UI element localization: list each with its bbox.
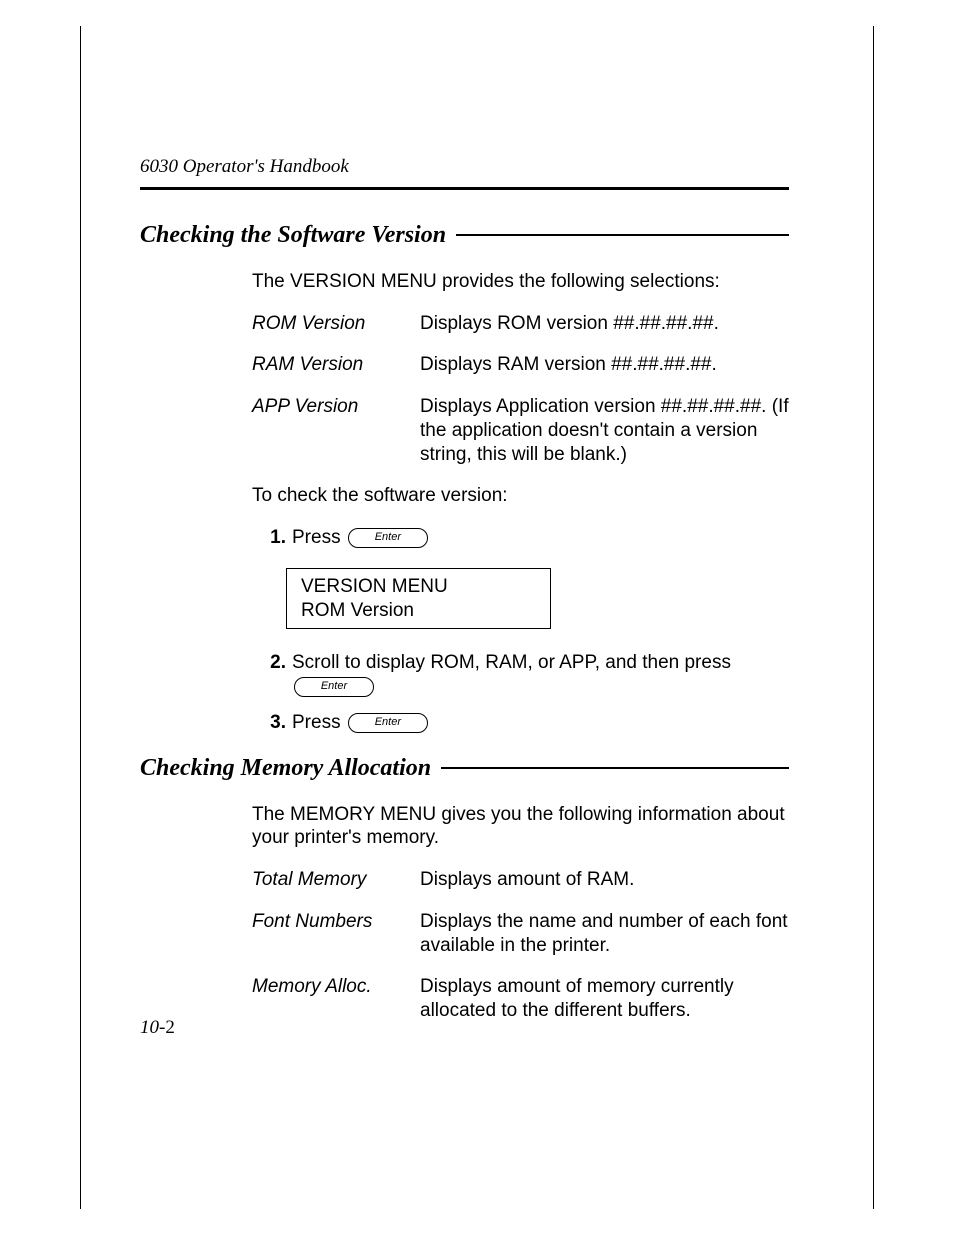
crop-mark-left <box>80 26 81 1209</box>
lcd-line-2: ROM Version <box>301 599 536 623</box>
step-item: 1. Press Enter <box>252 526 789 550</box>
page-index: 2 <box>165 1017 175 1038</box>
page: 6030 Operator's Handbook Checking the So… <box>0 0 954 1235</box>
section-body-version: The VERSION MENU provides the following … <box>252 270 789 735</box>
enter-key-icon: Enter <box>294 677 374 697</box>
section-heading-version: Checking the Software Version <box>140 220 789 250</box>
step-text: Press Enter <box>292 526 789 550</box>
enter-key-icon: Enter <box>348 528 428 548</box>
intro-paragraph: The VERSION MENU provides the following … <box>252 270 789 294</box>
step-text-fragment: Press <box>292 712 346 733</box>
lcd-display: VERSION MENU ROM Version <box>286 568 551 630</box>
definition-list: ROM Version Displays ROM version ##.##.#… <box>252 312 789 467</box>
step-text: Scroll to display ROM, RAM, or APP, and … <box>292 651 789 699</box>
step-text: Press Enter <box>292 711 789 735</box>
section-title: Checking Memory Allocation <box>140 753 431 783</box>
section-heading-memory: Checking Memory Allocation <box>140 753 789 783</box>
step-list: 1. Press Enter VERSION MENU ROM Version … <box>252 526 789 735</box>
def-term: APP Version <box>252 395 420 419</box>
step-number: 2. <box>252 651 292 675</box>
definition-list: Total Memory Displays amount of RAM. Fon… <box>252 868 789 1023</box>
section-rule <box>441 767 789 769</box>
def-desc: Displays ROM version ##.##.##.##. <box>420 312 789 336</box>
def-term: RAM Version <box>252 353 420 377</box>
def-desc: Displays RAM version ##.##.##.##. <box>420 353 789 377</box>
step-text-fragment: Scroll to display ROM, RAM, or APP, and … <box>292 651 789 675</box>
def-row: ROM Version Displays ROM version ##.##.#… <box>252 312 789 336</box>
section-rule <box>456 234 789 236</box>
step-number: 3. <box>252 711 292 735</box>
lcd-line-1: VERSION MENU <box>301 575 536 599</box>
step-number: 1. <box>252 526 292 550</box>
def-desc: Displays the name and number of each fon… <box>420 910 789 958</box>
crop-mark-right <box>873 26 874 1209</box>
section-title: Checking the Software Version <box>140 220 446 250</box>
def-row: RAM Version Displays RAM version ##.##.#… <box>252 353 789 377</box>
running-head: 6030 Operator's Handbook <box>140 155 789 179</box>
def-term: Total Memory <box>252 868 420 892</box>
def-row: Font Numbers Displays the name and numbe… <box>252 910 789 958</box>
def-desc: Displays amount of RAM. <box>420 868 789 892</box>
intro-paragraph: The MEMORY MENU gives you the following … <box>252 803 789 851</box>
section-body-memory: The MEMORY MENU gives you the following … <box>252 803 789 1023</box>
lead-in: To check the software version: <box>252 484 789 508</box>
content-area: 6030 Operator's Handbook Checking the So… <box>140 155 789 1041</box>
def-row: APP Version Displays Application version… <box>252 395 789 466</box>
def-term: Memory Alloc. <box>252 975 420 999</box>
step-text-fragment: Press <box>292 527 346 548</box>
def-term: ROM Version <box>252 312 420 336</box>
def-desc: Displays amount of memory currently allo… <box>420 975 789 1023</box>
def-row: Total Memory Displays amount of RAM. <box>252 868 789 892</box>
def-row: Memory Alloc. Displays amount of memory … <box>252 975 789 1023</box>
def-desc: Displays Application version ##.##.##.##… <box>420 395 789 466</box>
page-chapter: 10- <box>140 1017 165 1038</box>
step-item: 2. Scroll to display ROM, RAM, or APP, a… <box>252 651 789 699</box>
enter-key-icon: Enter <box>348 713 428 733</box>
page-number: 10-2 <box>140 1016 175 1040</box>
def-term: Font Numbers <box>252 910 420 934</box>
step-item: 3. Press Enter <box>252 711 789 735</box>
header-rule <box>140 187 789 190</box>
